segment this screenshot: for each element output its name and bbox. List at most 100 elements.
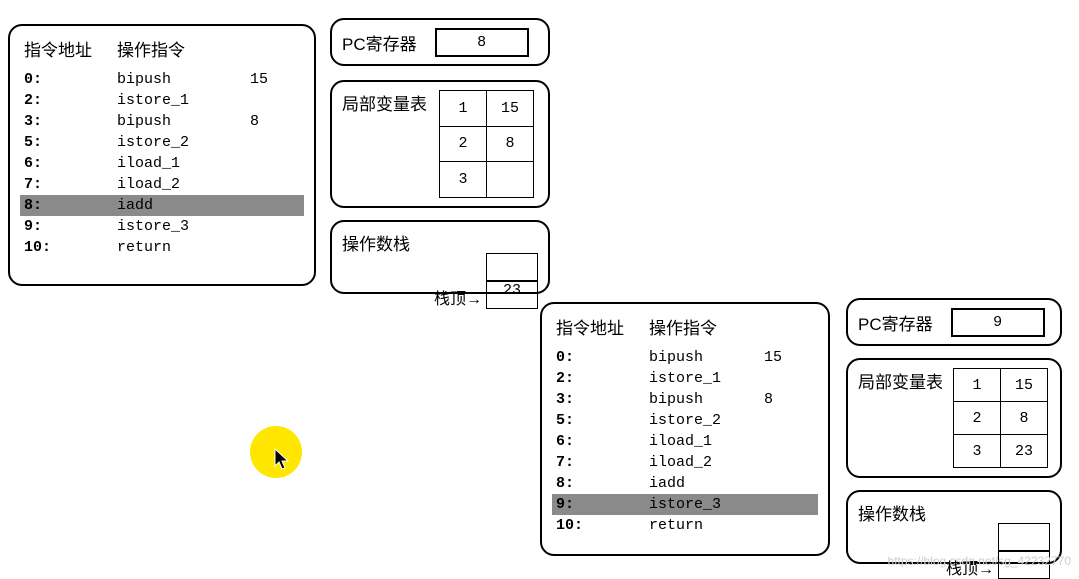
instructions-panel-1: 指令地址 操作指令 0:bipush152:istore_13:bipush85… xyxy=(8,24,316,286)
local-vars-panel-2: 局部变量表 11528323 xyxy=(846,358,1062,478)
operand-stack-panel-2: 操作数栈 栈顶→ xyxy=(846,490,1062,564)
instr-addr: 0: xyxy=(552,347,645,368)
lv-index: 1 xyxy=(440,91,487,127)
instr-arg xyxy=(246,90,304,111)
instr-op: iload_1 xyxy=(113,153,246,174)
instruction-row: 8:iadd xyxy=(552,473,818,494)
instr-arg: 8 xyxy=(760,389,818,410)
watermark: https://blog.csdn.net/sg_42232770 xyxy=(888,554,1071,568)
instr-op: iadd xyxy=(113,195,246,216)
instructions-panel-2: 指令地址 操作指令 0:bipush152:istore_13:bipush85… xyxy=(540,302,830,556)
lv-index: 3 xyxy=(954,435,1001,468)
instr-op: istore_3 xyxy=(645,494,760,515)
instr-addr: 5: xyxy=(552,410,645,431)
instruction-row: 9:istore_3 xyxy=(20,216,304,237)
lv-value: 8 xyxy=(487,126,534,162)
header-op-1: 操作指令 xyxy=(113,34,304,69)
instr-addr: 6: xyxy=(20,153,113,174)
local-vars-table-1: 115283 xyxy=(439,90,534,198)
instr-op: iload_2 xyxy=(113,174,246,195)
instr-arg xyxy=(760,368,818,389)
instruction-row: 3:bipush8 xyxy=(20,111,304,132)
local-var-row: 115 xyxy=(440,91,534,127)
pc-label-2: PC寄存器 xyxy=(858,310,933,335)
instr-op: bipush xyxy=(645,389,760,410)
pc-label-1: PC寄存器 xyxy=(342,30,417,55)
header-op-2: 操作指令 xyxy=(645,312,818,347)
instr-addr: 2: xyxy=(552,368,645,389)
instr-addr: 7: xyxy=(20,174,113,195)
instruction-row: 6:iload_1 xyxy=(20,153,304,174)
instr-arg xyxy=(246,216,304,237)
instr-arg xyxy=(760,515,818,536)
cursor-icon xyxy=(274,448,292,476)
instr-arg xyxy=(760,473,818,494)
operand-stack-label-1: 操作数栈 xyxy=(342,235,410,254)
instr-arg xyxy=(760,431,818,452)
instruction-row: 8:iadd xyxy=(20,195,304,216)
pc-panel-1: PC寄存器 8 xyxy=(330,18,550,66)
instr-arg xyxy=(246,174,304,195)
instruction-row: 5:istore_2 xyxy=(552,410,818,431)
instr-op: iload_1 xyxy=(645,431,760,452)
instr-arg xyxy=(246,132,304,153)
operand-stack-label-2: 操作数栈 xyxy=(858,505,926,524)
local-vars-panel-1: 局部变量表 115283 xyxy=(330,80,550,208)
instr-op: return xyxy=(113,237,246,258)
instr-addr: 3: xyxy=(552,389,645,410)
instruction-row: 5:istore_2 xyxy=(20,132,304,153)
instruction-row: 10:return xyxy=(552,515,818,536)
lv-value: 23 xyxy=(1001,435,1048,468)
stack-cells-1: 23 xyxy=(486,253,538,309)
instr-op: istore_2 xyxy=(645,410,760,431)
instr-arg xyxy=(760,452,818,473)
local-vars-label-1: 局部变量表 xyxy=(342,90,427,198)
instr-arg: 8 xyxy=(246,111,304,132)
instr-arg xyxy=(246,237,304,258)
operand-stack-panel-1: 操作数栈 栈顶→ 23 xyxy=(330,220,550,294)
lv-index: 1 xyxy=(954,369,1001,402)
instr-op: istore_1 xyxy=(113,90,246,111)
stack-cell xyxy=(486,253,538,281)
instruction-row: 10:return xyxy=(20,237,304,258)
local-vars-table-2: 11528323 xyxy=(953,368,1048,468)
lv-index: 3 xyxy=(440,162,487,198)
instr-arg: 15 xyxy=(246,69,304,90)
instr-op: return xyxy=(645,515,760,536)
lv-index: 2 xyxy=(440,126,487,162)
pc-value-1: 8 xyxy=(435,28,529,57)
instr-addr: 2: xyxy=(20,90,113,111)
instruction-row: 6:iload_1 xyxy=(552,431,818,452)
instruction-row: 2:istore_1 xyxy=(20,90,304,111)
instr-addr: 0: xyxy=(20,69,113,90)
lv-value: 15 xyxy=(487,91,534,127)
instr-addr: 9: xyxy=(552,494,645,515)
instr-op: bipush xyxy=(113,69,246,90)
instruction-row: 0:bipush15 xyxy=(20,69,304,90)
instruction-row: 0:bipush15 xyxy=(552,347,818,368)
instr-addr: 10: xyxy=(552,515,645,536)
instruction-row: 7:iload_2 xyxy=(552,452,818,473)
instruction-row: 9:istore_3 xyxy=(552,494,818,515)
instr-addr: 3: xyxy=(20,111,113,132)
pc-value-2: 9 xyxy=(951,308,1045,337)
header-addr-2: 指令地址 xyxy=(552,312,645,347)
instr-addr: 8: xyxy=(20,195,113,216)
instr-op: iload_2 xyxy=(645,452,760,473)
instr-op: bipush xyxy=(645,347,760,368)
local-vars-label-2: 局部变量表 xyxy=(858,368,943,468)
instr-arg xyxy=(760,410,818,431)
instructions-table-2: 指令地址 操作指令 0:bipush152:istore_13:bipush85… xyxy=(552,312,818,536)
stack-cell xyxy=(998,523,1050,551)
instr-arg xyxy=(760,494,818,515)
instr-addr: 6: xyxy=(552,431,645,452)
stack-top-label-1: 栈顶→ xyxy=(434,285,482,309)
instr-op: istore_1 xyxy=(645,368,760,389)
lv-index: 2 xyxy=(954,402,1001,435)
instr-arg: 15 xyxy=(760,347,818,368)
lv-value: 15 xyxy=(1001,369,1048,402)
instructions-table-1: 指令地址 操作指令 0:bipush152:istore_13:bipush85… xyxy=(20,34,304,258)
instruction-row: 2:istore_1 xyxy=(552,368,818,389)
instr-addr: 7: xyxy=(552,452,645,473)
lv-value: 8 xyxy=(1001,402,1048,435)
